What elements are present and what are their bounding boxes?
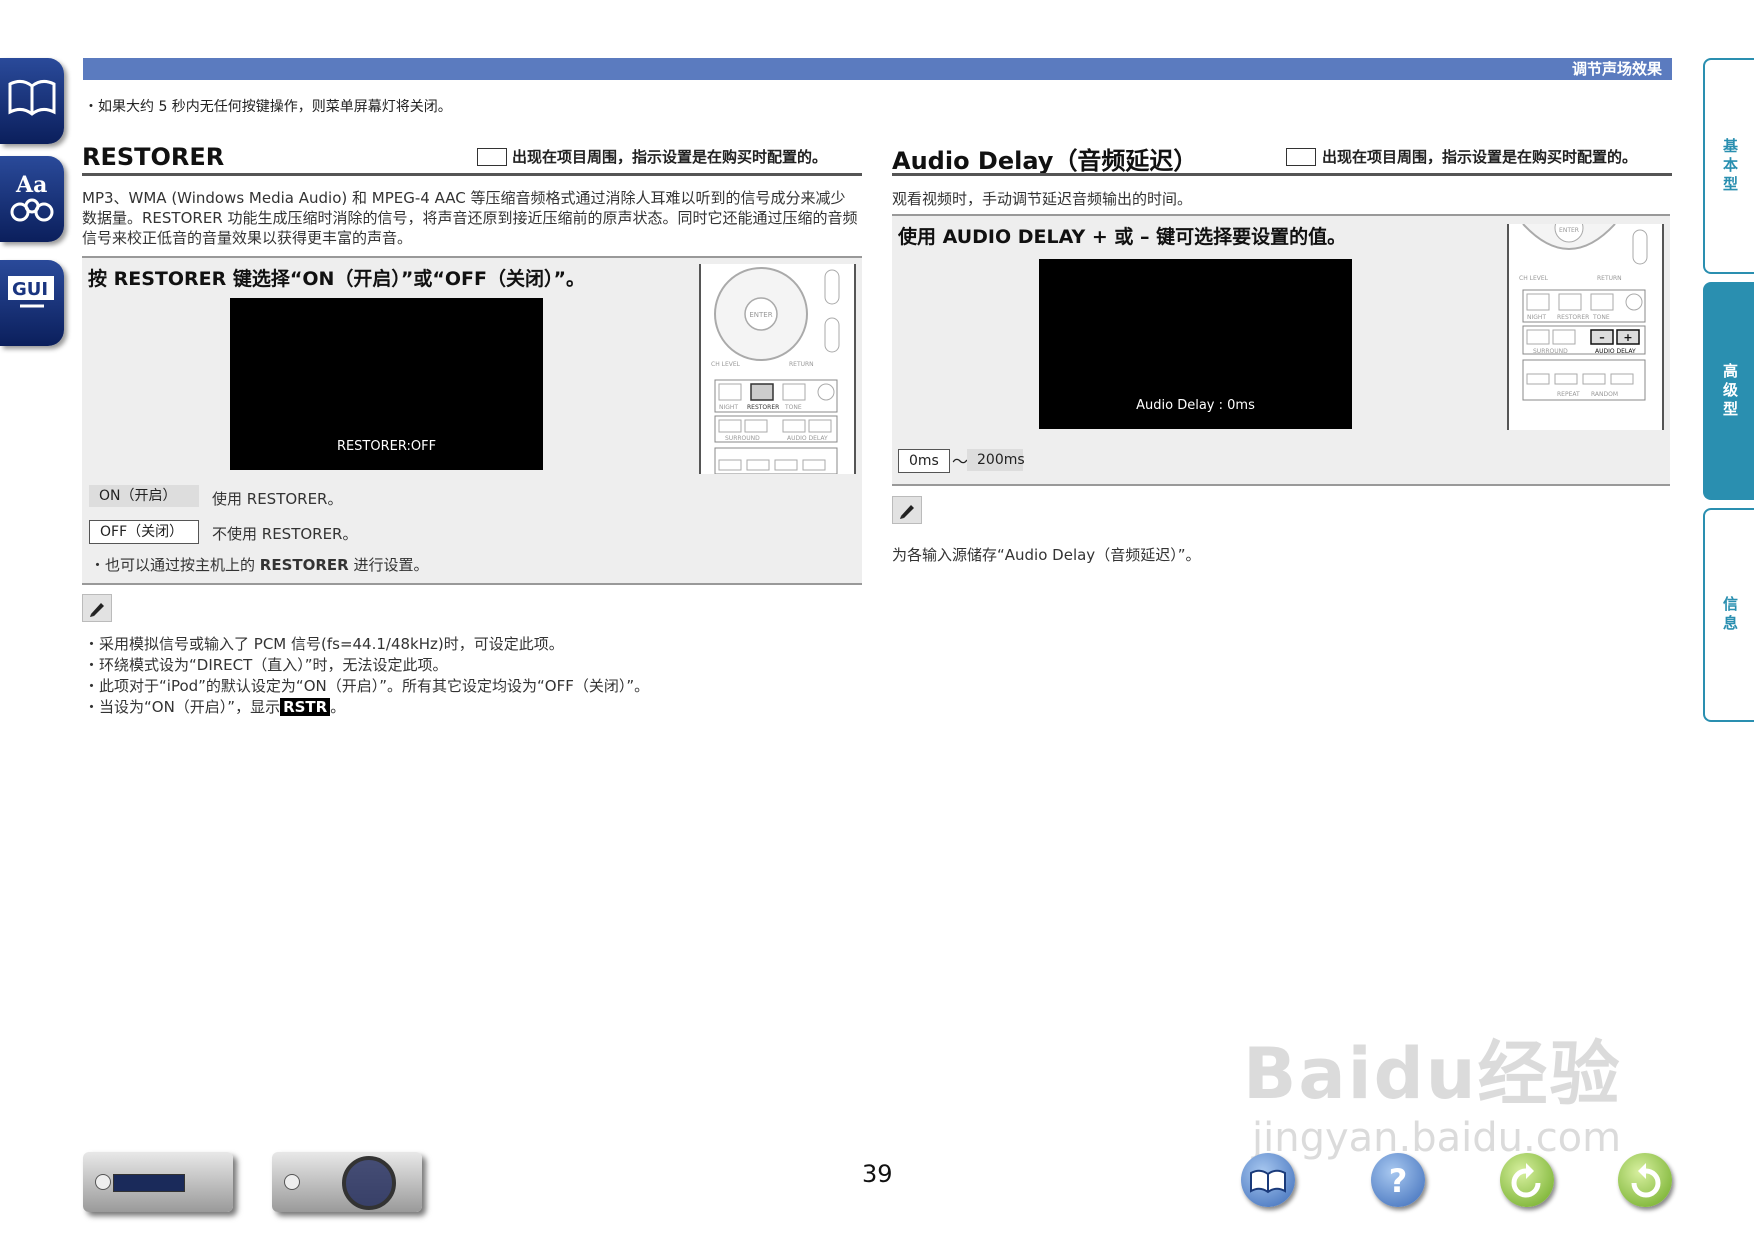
audio-delay-screen: Audio Delay : 0ms: [1039, 259, 1352, 429]
restorer-note-3: ・此项对于“iPod”的默认设定为“ON（开启）”。所有其它设定均设为“OFF（…: [84, 677, 650, 695]
book-button[interactable]: [1241, 1153, 1295, 1207]
audio-delay-default-note: 出现在项目周围，指示设置是在购买时配置的。: [1322, 148, 1638, 166]
receiver-display: [113, 1174, 185, 1192]
restorer-footnote: ・也可以通过按主机上的 RESTORER 进行设置。: [90, 554, 429, 575]
note-4-suffix: 。: [330, 698, 346, 716]
option-on-desc: 使用 RESTORER。: [212, 490, 343, 508]
restorer-description: MP3、WMA (Windows Media Audio) 和 MPEG-4 A…: [82, 189, 858, 247]
footnote-bold: RESTORER: [259, 556, 349, 574]
tab-info[interactable]: 信息: [1703, 508, 1754, 722]
gui-icon[interactable]: GUI: [0, 260, 64, 346]
svg-text:?: ?: [1389, 1162, 1408, 1200]
receiver-knob: [95, 1174, 111, 1190]
pencil-note-icon-2: [892, 496, 922, 524]
svg-text:CH LEVEL: CH LEVEL: [711, 361, 741, 368]
restorer-title: RESTORER: [82, 143, 225, 171]
default-indicator-box-2: [1286, 148, 1316, 166]
section-header-bar: 调节声场效果: [83, 58, 1672, 80]
svg-text:ENTER: ENTER: [749, 311, 772, 319]
restorer-remote-illustration: ENTER CH LEVEL RETURN NIGHT RESTORER TON…: [699, 264, 856, 475]
svg-text:+: +: [1623, 331, 1632, 344]
pencil-note-icon: [82, 594, 112, 622]
svg-text:CH LEVEL: CH LEVEL: [1519, 275, 1549, 282]
svg-text:NIGHT: NIGHT: [719, 404, 738, 411]
option-off-label: OFF（关闭）: [89, 520, 199, 544]
magnifier-icon: [342, 1156, 396, 1210]
redo-arrow-icon: [1631, 1163, 1661, 1198]
svg-text:RETURN: RETURN: [789, 361, 814, 368]
svg-text:SURROUND: SURROUND: [1533, 348, 1568, 355]
watermark-main: Baidu经验: [1243, 1033, 1622, 1115]
svg-text:–: –: [1599, 331, 1605, 344]
svg-text:RETURN: RETURN: [1597, 275, 1622, 282]
restorer-title-rule: [82, 173, 862, 176]
svg-text:AUDIO DELAY: AUDIO DELAY: [1595, 348, 1636, 355]
tab-basic[interactable]: 基本型: [1703, 58, 1754, 274]
intro-note: ・如果大约 5 秒内无任何按键操作，则菜单屏幕灯将关闭。: [84, 99, 452, 115]
page-number: 39: [862, 1160, 893, 1188]
note-4-prefix: ・当设为“ON（开启）”，显示: [84, 698, 281, 716]
audio-delay-remote-illustration: ENTER CH LEVEL RETURN NIGHT RESTORER TON…: [1507, 213, 1664, 430]
default-indicator-box: [477, 148, 507, 166]
footnote-end: 进行设置。: [353, 556, 429, 574]
range-min-value: 0ms: [898, 449, 950, 473]
back-button[interactable]: [1500, 1153, 1554, 1207]
aa-font-icon[interactable]: Aa: [0, 156, 64, 242]
svg-text:RANDOM: RANDOM: [1591, 391, 1618, 398]
restorer-note-2: ・环绕模式设为“DIRECT（直入）”时，无法设定此项。: [84, 656, 448, 674]
receiver-front-thumbnail[interactable]: [83, 1152, 233, 1212]
svg-text:AUDIO DELAY: AUDIO DELAY: [787, 435, 828, 442]
range-separator: ～: [952, 452, 969, 471]
svg-text:RESTORER: RESTORER: [1557, 314, 1589, 321]
svg-text:ENTER: ENTER: [1559, 227, 1579, 234]
help-button[interactable]: ?: [1371, 1153, 1425, 1207]
svg-text:NIGHT: NIGHT: [1527, 314, 1546, 321]
restorer-instruction: 按 RESTORER 键选择“ON（开启）”或“OFF（关闭）”。: [88, 268, 585, 290]
tab-basic-label: 基本型: [1721, 137, 1739, 195]
receiver-zoom-thumbnail[interactable]: [272, 1152, 422, 1212]
restorer-note-4: ・当设为“ON（开启）”，显示 RSTR。: [84, 697, 649, 718]
audio-delay-screen-text: Audio Delay : 0ms: [1136, 398, 1255, 413]
svg-text:TONE: TONE: [1592, 314, 1610, 321]
audio-delay-note: 为各输入源储存“Audio Delay（音频延迟）”。: [892, 546, 1201, 564]
svg-text:SURROUND: SURROUND: [725, 435, 760, 442]
svg-text:RESTORER: RESTORER: [747, 404, 779, 411]
rstr-badge: RSTR: [280, 698, 331, 716]
restorer-screen-text: RESTORER:OFF: [336, 439, 437, 454]
book-nav-icon: [1250, 1169, 1286, 1194]
watermark-sub: jingyan.baidu.com: [1252, 1115, 1622, 1161]
footnote-text: ・也可以通过按主机上的: [90, 556, 256, 574]
question-icon: ?: [1389, 1162, 1408, 1200]
receiver-knob-2: [284, 1174, 300, 1190]
svg-text:Aa: Aa: [15, 172, 47, 198]
restorer-note-1: ・采用模拟信号或输入了 PCM 信号(fs=44.1/48kHz)时，可设定此项…: [84, 635, 564, 653]
tab-advanced-label: 高级型: [1721, 362, 1739, 420]
audio-delay-description: 观看视频时，手动调节延迟音频输出的时间。: [892, 190, 1193, 208]
tab-info-label: 信息: [1721, 596, 1739, 634]
audio-delay-title: Audio Delay（音频延迟）: [892, 147, 1198, 175]
option-on-label: ON（开启）: [89, 485, 199, 507]
undo-arrow-icon: [1511, 1163, 1541, 1198]
tab-advanced[interactable]: 高级型: [1703, 282, 1754, 500]
restorer-notes: ・采用模拟信号或输入了 PCM 信号(fs=44.1/48kHz)时，可设定此项…: [84, 634, 649, 718]
restorer-default-note: 出现在项目周围，指示设置是在购买时配置的。: [512, 148, 828, 166]
range-max-value: 200ms: [967, 449, 1025, 471]
restorer-screen: RESTORER:OFF: [230, 298, 543, 470]
svg-text:TONE: TONE: [784, 404, 802, 411]
option-off-desc: 不使用 RESTORER。: [212, 525, 358, 543]
audio-delay-instruction: 使用 AUDIO DELAY + 或 – 键可选择要设置的值。: [898, 226, 1347, 248]
section-title: 调节声场效果: [1571, 60, 1662, 78]
svg-text:REPEAT: REPEAT: [1557, 391, 1580, 398]
audio-delay-title-rule: [892, 173, 1672, 176]
forward-button[interactable]: [1618, 1153, 1672, 1207]
svg-text:GUI: GUI: [12, 279, 48, 300]
book-icon[interactable]: [0, 58, 64, 144]
